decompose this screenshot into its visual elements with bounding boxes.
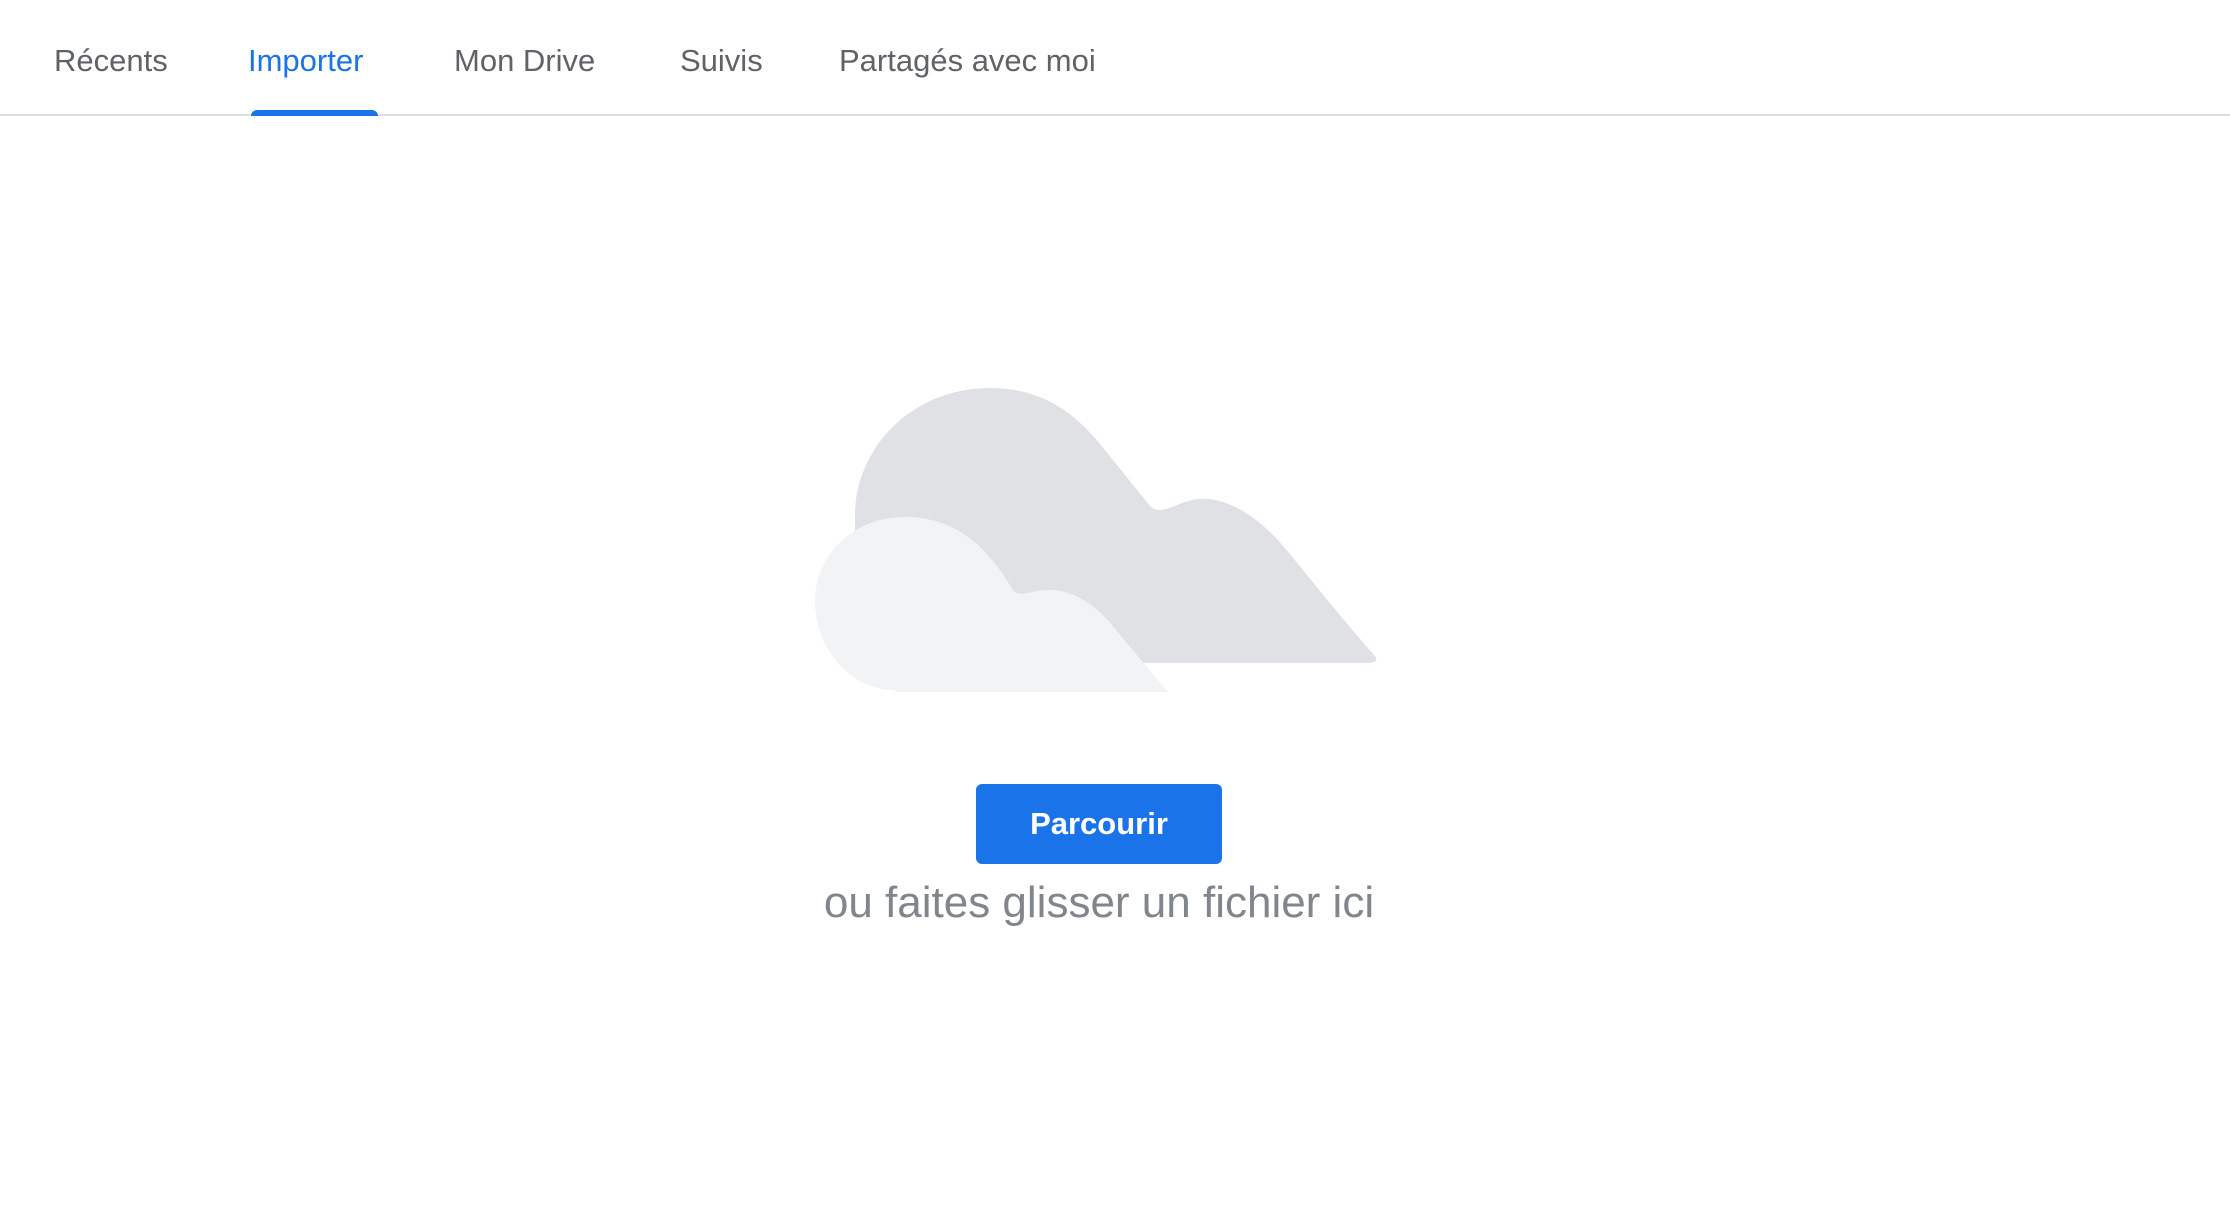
active-tab-indicator	[251, 110, 378, 116]
tab-importer[interactable]: Importer	[248, 0, 363, 116]
tab-suivis[interactable]: Suivis	[680, 0, 763, 116]
cloud-icon	[815, 388, 1377, 692]
browse-button[interactable]: Parcourir	[976, 784, 1222, 864]
tab-recents[interactable]: Récents	[54, 0, 168, 116]
tab-partages-avec-moi[interactable]: Partagés avec moi	[839, 0, 1096, 116]
tab-bar: Récents Importer Mon Drive Suivis Partag…	[0, 0, 2230, 116]
tab-mon-drive[interactable]: Mon Drive	[454, 0, 595, 116]
drop-hint-text: ou faites glisser un fichier ici	[823, 878, 1375, 927]
